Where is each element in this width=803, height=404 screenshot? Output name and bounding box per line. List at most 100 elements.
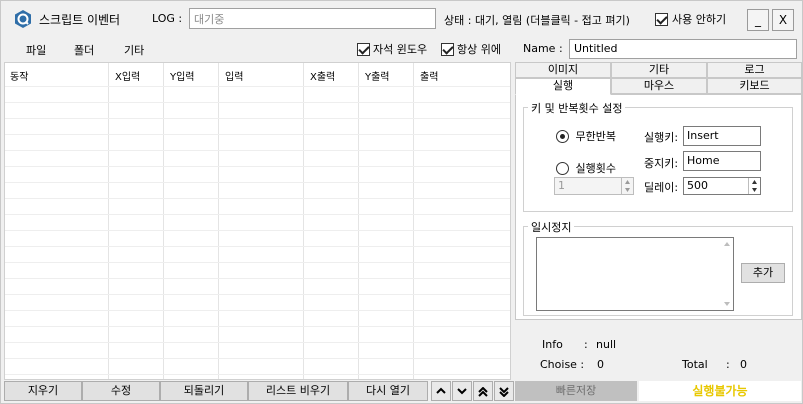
name-input[interactable]: Untitled <box>569 39 797 59</box>
table-row-separator <box>5 182 510 183</box>
checkbox-box[interactable] <box>655 12 668 26</box>
status-text[interactable]: 상태 : 대기, 열림 (더블클릭 - 접고 펴기) <box>444 12 630 28</box>
menu-file[interactable]: 파일 <box>26 42 46 58</box>
table-row-separator <box>5 278 510 279</box>
infinite-repeat-radio[interactable]: 무한반복 <box>556 128 616 144</box>
table-header-output[interactable]: 출력 <box>420 68 438 83</box>
table-row-separator <box>5 246 510 247</box>
table-row-separator <box>5 262 510 263</box>
never-use-checkbox[interactable]: 사용 안하기 <box>655 11 726 27</box>
choise-label: Choise : <box>540 358 585 371</box>
table-header-y-input[interactable]: Y입력 <box>170 68 195 83</box>
checkbox-box[interactable] <box>357 42 370 56</box>
table-row-separator <box>5 118 510 119</box>
table-row-separator <box>5 86 510 87</box>
radio-dot[interactable] <box>556 129 569 143</box>
total-value: 0 <box>740 358 747 371</box>
run-count-radio[interactable]: 실행횟수 <box>556 160 616 176</box>
delete-button[interactable]: 지우기 <box>4 381 82 401</box>
spin-up-icon[interactable] <box>748 178 760 186</box>
clear-list-button[interactable]: 리스트 비우기 <box>248 381 348 401</box>
tab-log[interactable]: 로그 <box>707 62 802 78</box>
table-row-separator <box>5 230 510 231</box>
app-title: 스크립트 이벤터 <box>39 13 121 27</box>
edit-button[interactable]: 수정 <box>82 381 160 401</box>
move-down-button[interactable] <box>452 381 472 401</box>
tab-mouse[interactable]: 마우스 <box>611 78 707 94</box>
run-count-stepper[interactable]: 1 <box>554 177 634 195</box>
double-chevron-down-icon <box>499 387 509 397</box>
minimize-button[interactable]: _ <box>747 9 769 31</box>
table-header-x-input[interactable]: X입력 <box>115 68 140 83</box>
pause-list[interactable] <box>536 237 734 311</box>
tab-etc[interactable]: 기타 <box>611 62 707 78</box>
spin-down-icon[interactable] <box>621 186 633 194</box>
run-tab-panel: 키 및 반복횟수 설정 무한반복 실행횟수 1 실행키: Insert 중지키:… <box>515 94 802 320</box>
table-column <box>5 63 109 379</box>
run-key-label: 실행키: <box>644 131 679 144</box>
info-label: Info <box>542 338 563 351</box>
table-column <box>164 63 219 379</box>
menu-folder[interactable]: 폴더 <box>74 42 94 58</box>
add-pause-button[interactable]: 추가 <box>741 263 785 283</box>
reopen-button[interactable]: 다시 열기 <box>348 381 428 401</box>
table-header-x-output[interactable]: X출력 <box>310 68 335 83</box>
spin-down-icon[interactable] <box>748 186 760 194</box>
always-on-top-label: 항상 위에 <box>457 43 501 56</box>
app-window: 스크립트 이벤터 LOG : 대기중 상태 : 대기, 열림 (더블클릭 - 접… <box>0 0 803 404</box>
table-column <box>414 63 510 379</box>
never-use-label: 사용 안하기 <box>672 13 727 26</box>
scroll-down-icon[interactable] <box>723 301 731 307</box>
delay-stepper[interactable]: 500 <box>683 177 761 195</box>
name-label: Name : <box>523 42 563 55</box>
info-colon: : <box>584 338 588 351</box>
app-logo-icon <box>13 9 33 29</box>
close-button[interactable]: X <box>772 9 794 31</box>
move-bottom-button[interactable] <box>494 381 514 401</box>
choise-value: 0 <box>597 358 604 371</box>
tab-keyboard[interactable]: 키보드 <box>707 78 802 94</box>
table-header-input[interactable]: 입력 <box>225 68 243 83</box>
tab-run[interactable]: 실행 <box>515 78 611 95</box>
table-row-separator <box>5 326 510 327</box>
magnet-window-checkbox[interactable]: 자석 윈도우 <box>357 41 427 57</box>
run-count-value: 1 <box>558 179 565 192</box>
move-top-button[interactable] <box>473 381 493 401</box>
total-label: Total <box>682 358 708 371</box>
pause-group-title: 일시정지 <box>528 219 575 235</box>
table-row-separator <box>5 150 510 151</box>
run-status-label: 실행불가능 <box>639 381 801 401</box>
menu-etc[interactable]: 기타 <box>124 42 144 58</box>
tab-image[interactable]: 이미지 <box>515 62 611 78</box>
table-row-separator <box>5 310 510 311</box>
chevron-up-icon <box>436 387 446 394</box>
scroll-up-icon[interactable] <box>723 241 731 247</box>
table-row-separator <box>5 342 510 343</box>
table-header-y-output[interactable]: Y출력 <box>365 68 390 83</box>
table-column <box>219 63 304 379</box>
stop-key-label: 중지키: <box>644 157 679 170</box>
table-column <box>359 63 414 379</box>
info-value: null <box>596 338 617 351</box>
quick-save-button[interactable]: 빠른저장 <box>515 381 637 401</box>
checkbox-box[interactable] <box>441 42 454 56</box>
infinite-repeat-label: 무한반복 <box>575 130 616 143</box>
move-up-button[interactable] <box>431 381 451 401</box>
always-on-top-checkbox[interactable]: 항상 위에 <box>441 41 501 57</box>
table-column <box>109 63 164 379</box>
double-chevron-up-icon <box>478 387 488 397</box>
stop-key-input[interactable]: Home <box>683 151 761 171</box>
undo-button[interactable]: 되돌리기 <box>160 381 248 401</box>
run-count-label: 실행횟수 <box>575 162 616 175</box>
table-header-action[interactable]: 동작 <box>10 68 28 83</box>
delay-value: 500 <box>687 179 708 192</box>
action-table[interactable]: 동작 X입력 Y입력 입력 X출력 Y출력 출력 <box>4 62 511 380</box>
radio-dot[interactable] <box>556 161 569 175</box>
spin-up-icon[interactable] <box>621 178 633 186</box>
delay-label: 딜레이: <box>644 181 679 194</box>
table-row-separator <box>5 358 510 359</box>
table-row-separator <box>5 374 510 375</box>
total-colon: : <box>726 358 730 371</box>
run-key-input[interactable]: Insert <box>683 126 761 146</box>
table-row-separator <box>5 198 510 199</box>
